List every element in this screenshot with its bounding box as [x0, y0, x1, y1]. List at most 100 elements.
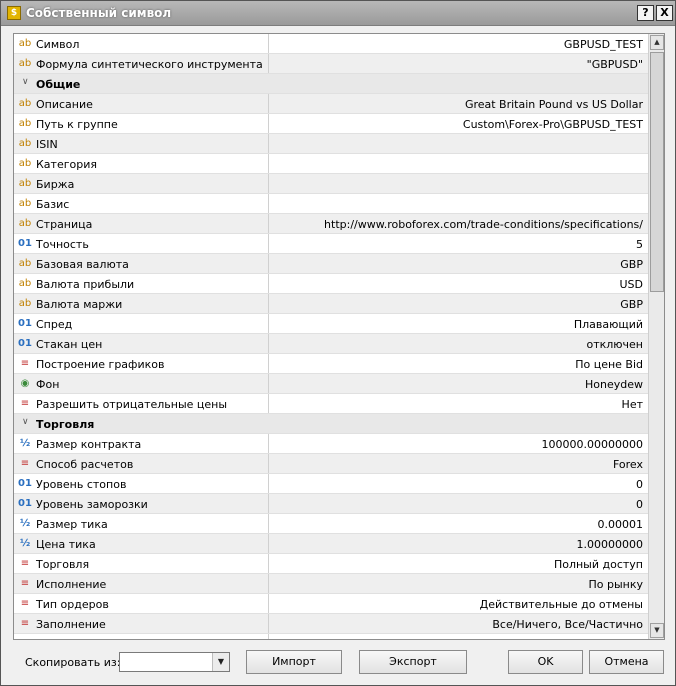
export-button[interactable]: Экспорт — [359, 650, 467, 674]
fraction-type-icon: ½ — [19, 518, 31, 529]
property-row[interactable]: 01 Уровень стопов 0 — [14, 474, 648, 494]
property-value[interactable]: 0.00001 — [598, 518, 644, 531]
property-name: ISIN — [36, 138, 58, 151]
property-row[interactable]: ab ISIN — [14, 134, 648, 154]
scroll-up-button[interactable]: ▲ — [650, 35, 664, 50]
column-divider — [268, 614, 269, 633]
scroll-thumb[interactable] — [650, 52, 664, 292]
property-row[interactable]: ½ Размер тика 0.00001 — [14, 514, 648, 534]
property-row[interactable]: ≡ — [14, 634, 648, 639]
column-divider — [268, 594, 269, 613]
color-type-icon: ◉ — [20, 378, 30, 389]
scroll-down-button[interactable]: ▼ — [650, 623, 664, 638]
window-title: Собственный символ — [26, 6, 172, 20]
property-value[interactable]: USD — [619, 278, 643, 291]
category-row[interactable]: ∨ Торговля — [14, 414, 648, 434]
property-value[interactable]: 5 — [636, 238, 643, 251]
property-value[interactable]: Нет — [622, 398, 643, 411]
property-value[interactable]: По цене Bid — [575, 358, 643, 371]
property-row[interactable]: ≡ Торговля Полный доступ — [14, 554, 648, 574]
property-row[interactable]: ab Формула синтетического инструмента "GBP… — [14, 54, 648, 74]
property-row[interactable]: ≡ Исполнение По рынку — [14, 574, 648, 594]
property-row[interactable]: ab Категория — [14, 154, 648, 174]
text-type-icon: ab — [18, 218, 32, 229]
cancel-button[interactable]: Отмена — [589, 650, 664, 674]
property-row[interactable]: ab Страница http://www.roboforex.com/trade… — [14, 214, 648, 234]
property-value[interactable]: Great Britain Pound vs US Dollar — [465, 98, 643, 111]
property-value[interactable]: Honeydew — [585, 378, 643, 391]
property-row[interactable]: ≡ Способ расчетов Forex — [14, 454, 648, 474]
copy-from-label: Скопировать из: — [25, 656, 121, 669]
title-bar[interactable]: $ Собственный символ ? X — [1, 1, 675, 26]
property-value[interactable]: GBP — [620, 258, 643, 271]
property-value[interactable]: Плавающий — [574, 318, 643, 331]
close-button[interactable]: X — [656, 5, 673, 21]
property-row[interactable]: ab Валюта маржи GBP — [14, 294, 648, 314]
property-value[interactable]: По рынку — [588, 578, 643, 591]
property-row[interactable]: ab Валюта прибыли USD — [14, 274, 648, 294]
help-button[interactable]: ? — [637, 5, 654, 21]
column-divider — [268, 554, 269, 573]
property-row[interactable]: ab Символ GBPUSD_TEST — [14, 34, 648, 54]
property-row[interactable]: 01 Спред Плавающий — [14, 314, 648, 334]
column-divider — [268, 214, 269, 233]
property-value[interactable]: Custom\Forex-Pro\GBPUSD_TEST — [463, 118, 643, 131]
property-value[interactable]: 0 — [636, 498, 643, 511]
collapse-chevron-icon[interactable]: ∨ — [22, 77, 29, 87]
property-value[interactable]: GBP — [620, 298, 643, 311]
property-row[interactable]: ab Биржа — [14, 174, 648, 194]
column-divider — [268, 154, 269, 173]
column-divider — [268, 254, 269, 273]
category-row[interactable]: ∨ Общие — [14, 74, 648, 94]
property-row[interactable]: ½ Размер контракта 100000.00000000 — [14, 434, 648, 454]
property-row[interactable]: ≡ Тип ордеров Действительные до отмены — [14, 594, 648, 614]
text-type-icon: ab — [18, 178, 32, 189]
property-value[interactable]: 1.00000000 — [577, 538, 643, 551]
custom-symbol-dialog: $ Собственный символ ? X ab Символ GBPUSD_… — [0, 0, 676, 686]
property-row[interactable]: ◉ Фон Honeydew — [14, 374, 648, 394]
copy-from-select[interactable]: ▼ — [119, 652, 230, 672]
property-value[interactable]: 100000.00000000 — [542, 438, 643, 451]
property-name: Точность — [36, 238, 89, 251]
property-value[interactable]: http://www.roboforex.com/trade-condition… — [324, 218, 643, 231]
column-divider — [268, 234, 269, 253]
list-type-icon: ≡ — [20, 598, 30, 609]
property-row[interactable]: ≡ Заполнение Все/Ничего, Все/Частично — [14, 614, 648, 634]
property-name: Базовая валюта — [36, 258, 129, 271]
property-row[interactable]: ≡ Разрешить отрицательные цены Нет — [14, 394, 648, 414]
column-divider — [268, 314, 269, 333]
property-row[interactable]: ab Путь к группе Custom\Forex-Pro\GBPUSD_T… — [14, 114, 648, 134]
category-label: Торговля — [36, 418, 95, 431]
property-value[interactable]: "GBPUSD" — [587, 58, 643, 71]
property-row[interactable]: 01 Уровень заморозки 0 — [14, 494, 648, 514]
collapse-chevron-icon[interactable]: ∨ — [22, 417, 29, 427]
column-divider — [268, 574, 269, 593]
ok-button[interactable]: OK — [508, 650, 583, 674]
property-value[interactable]: 0 — [636, 478, 643, 491]
property-value[interactable]: Полный доступ — [554, 558, 643, 571]
property-value[interactable]: Forex — [613, 458, 643, 471]
column-divider — [268, 34, 269, 53]
property-value[interactable]: Действительные до отмены — [480, 598, 643, 611]
property-row[interactable]: 01 Точность 5 — [14, 234, 648, 254]
property-value[interactable]: отключен — [586, 338, 643, 351]
import-button[interactable]: Импорт — [246, 650, 342, 674]
property-row[interactable]: ab Базис — [14, 194, 648, 214]
property-name: Базис — [36, 198, 70, 211]
property-value[interactable]: Все/Ничего, Все/Частично — [492, 618, 643, 631]
property-row[interactable]: ≡ Построение графиков По цене Bid — [14, 354, 648, 374]
integer-type-icon: 01 — [18, 338, 32, 349]
column-divider — [268, 514, 269, 533]
property-row[interactable]: ab Описание Great Britain Pound vs US Doll… — [14, 94, 648, 114]
property-row[interactable]: 01 Стакан цен отключен — [14, 334, 648, 354]
property-name: Валюта прибыли — [36, 278, 135, 291]
vertical-scrollbar[interactable]: ▲ ▼ — [648, 34, 664, 639]
list-type-icon: ≡ — [20, 358, 30, 369]
column-divider — [268, 634, 269, 639]
property-row[interactable]: ½ Цена тика 1.00000000 — [14, 534, 648, 554]
category-label: Общие — [36, 78, 81, 91]
property-name: Заполнение — [36, 618, 106, 631]
property-row[interactable]: ab Базовая валюта GBP — [14, 254, 648, 274]
property-value[interactable]: GBPUSD_TEST — [564, 38, 643, 51]
chevron-down-icon[interactable]: ▼ — [212, 653, 229, 671]
